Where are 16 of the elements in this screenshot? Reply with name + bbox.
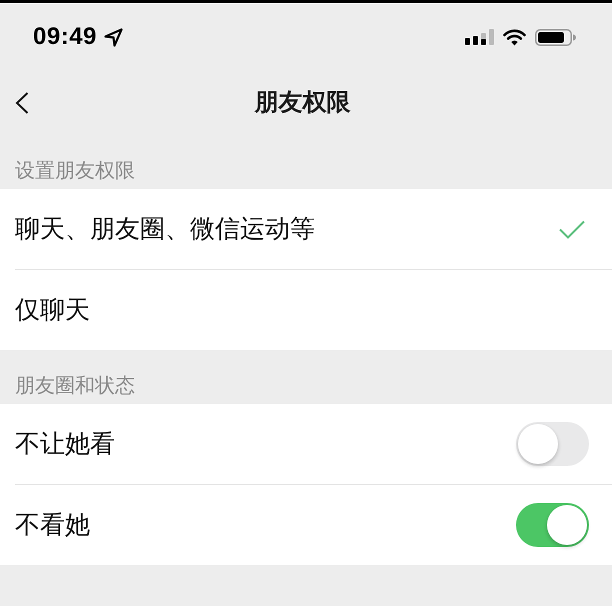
chevron-left-icon [15, 92, 29, 114]
page-title: 朋友权限 [254, 88, 350, 116]
location-arrow-icon [104, 28, 123, 46]
section-header: 设置朋友权限 [15, 161, 135, 181]
setting-label: 不让她看 [15, 430, 115, 458]
status-time: 09:49 [33, 25, 97, 49]
toggle-switch[interactable] [516, 503, 589, 547]
signal-icon [465, 29, 494, 45]
setting-label: 不看她 [15, 510, 90, 540]
option-item[interactable]: 仅聊天 [15, 270, 612, 350]
wifi-icon [503, 28, 526, 46]
battery-icon [535, 28, 576, 46]
toggle-switch[interactable] [516, 422, 589, 466]
option-item[interactable]: 聊天、朋友圈、微信运动等 [15, 189, 612, 269]
section-header: 朋友圈和状态 [15, 376, 135, 396]
back-button[interactable] [13, 90, 31, 116]
